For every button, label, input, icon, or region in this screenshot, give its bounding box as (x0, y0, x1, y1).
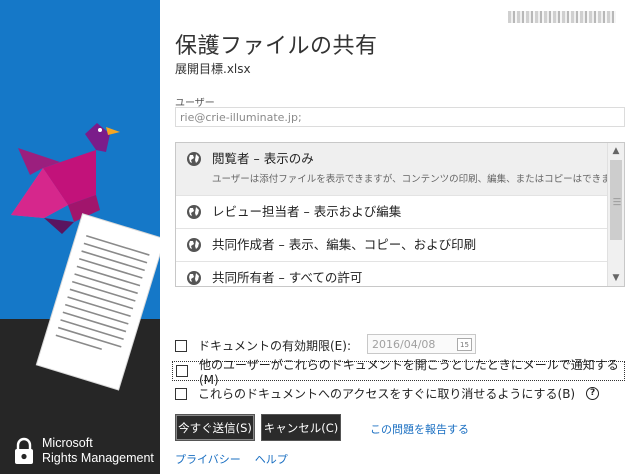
permission-description: ユーザーは添付ファイルを表示できますが、コンテンツの印刷、編集、またはコピーはで… (212, 174, 620, 185)
permission-text: 共同所有者 – すべての許可 (212, 269, 362, 286)
lock-icon (15, 437, 33, 464)
revoke-option: これらのドキュメントへのアクセスをすぐに取り消せるようにする(B) ? (175, 385, 600, 402)
cancel-button[interactable]: キャンセル(C) (261, 414, 341, 441)
permission-title: 共同作成者 – 表示、編集、コピー、および印刷 (212, 237, 477, 252)
expiry-date-picker[interactable]: 2016/04/08 15 (367, 334, 476, 354)
expiry-checkbox[interactable] (175, 339, 187, 352)
obscured-window-caption (508, 11, 616, 23)
privacy-link[interactable]: プライバシー (175, 451, 241, 467)
share-dialog-content: 保護ファイルの共有 展開目標.xlsx ユーザー 閲覧者 – 表示のみ ユーザー… (172, 0, 630, 474)
permission-level-list[interactable]: 閲覧者 – 表示のみ ユーザーは添付ファイルを表示できますが、コンテンツの印刷、… (175, 142, 625, 287)
permission-list-scrollbar[interactable]: ▲ — — — ▼ (607, 143, 624, 286)
notify-checkbox[interactable] (176, 365, 188, 377)
footer-links: プライバシー ヘルプ (175, 451, 288, 467)
revoke-checkbox[interactable] (175, 387, 187, 400)
microsoft-rights-management-logo: Microsoft Rights Management (14, 436, 154, 466)
grip-icon: — — — (613, 194, 621, 209)
globe-icon (187, 205, 201, 219)
brand-name: Microsoft Rights Management (42, 436, 154, 466)
user-email-input[interactable] (175, 107, 625, 127)
revoke-label[interactable]: これらのドキュメントへのアクセスをすぐに取り消せるようにする(B) (198, 385, 575, 402)
globe-icon (187, 238, 201, 252)
globe-icon (187, 152, 201, 166)
help-icon[interactable]: ? (586, 387, 600, 400)
permission-text: 閲覧者 – 表示のみ ユーザーは添付ファイルを表示できますが、コンテンツの印刷、… (212, 150, 620, 187)
report-issue-link[interactable]: この問題を報告する (370, 421, 469, 437)
send-now-button[interactable]: 今すぐ送信(S) (175, 414, 255, 441)
expiry-date-value: 2016/04/08 (372, 338, 436, 351)
scroll-thumb[interactable]: — — — (610, 160, 622, 240)
expiry-option: ドキュメントの有効期限(E): (175, 337, 351, 354)
permission-title: 共同所有者 – すべての許可 (212, 270, 363, 285)
permission-item-viewer[interactable]: 閲覧者 – 表示のみ ユーザーは添付ファイルを表示できますが、コンテンツの印刷、… (176, 143, 620, 196)
expiry-label[interactable]: ドキュメントの有効期限(E): (198, 337, 351, 354)
rights-management-illustration (11, 123, 160, 391)
permission-item-coauthor[interactable]: 共同作成者 – 表示、編集、コピー、および印刷 (176, 229, 608, 262)
permission-text: レビュー担当者 – 表示および編集 (212, 203, 401, 220)
permission-item-coowner[interactable]: 共同所有者 – すべての許可 (176, 262, 608, 286)
permission-item-reviewer[interactable]: レビュー担当者 – 表示および編集 (176, 196, 608, 229)
permission-title: 閲覧者 – 表示のみ (212, 151, 314, 166)
brand-line-1: Microsoft (42, 436, 93, 450)
notify-label[interactable]: 他のユーザーがこれらのドキュメントを開こうとしたときにメールで通知する(M) (199, 356, 624, 387)
dialog-title: 保護ファイルの共有 (175, 34, 378, 59)
calendar-icon[interactable]: 15 (457, 338, 472, 351)
permission-items: 閲覧者 – 表示のみ ユーザーは添付ファイルを表示できますが、コンテンツの印刷、… (176, 143, 620, 286)
permission-text: 共同作成者 – 表示、編集、コピー、および印刷 (212, 236, 476, 253)
brand-line-2: Rights Management (42, 451, 154, 465)
scroll-down-arrow-icon[interactable]: ▼ (608, 270, 624, 286)
scroll-up-arrow-icon[interactable]: ▲ (608, 143, 624, 159)
file-name: 展開目標.xlsx (175, 62, 251, 76)
notify-option: 他のユーザーがこれらのドキュメントを開こうとしたときにメールで通知する(M) (172, 358, 625, 387)
help-link[interactable]: ヘルプ (255, 451, 288, 467)
globe-icon (187, 271, 201, 285)
brand-panel: Microsoft Rights Management (0, 0, 160, 474)
permission-title: レビュー担当者 – 表示および編集 (212, 204, 402, 219)
